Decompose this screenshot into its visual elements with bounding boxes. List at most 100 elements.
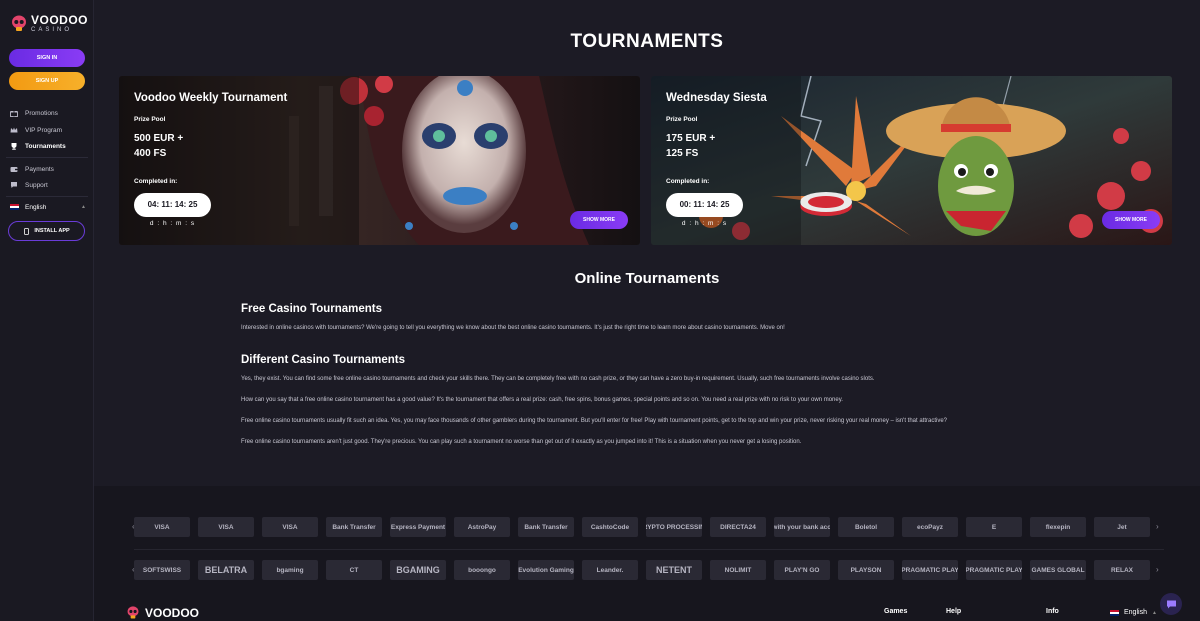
sidebar-divider — [6, 157, 88, 158]
provider-logo: CT — [326, 560, 382, 580]
provider-logos-row: SOFTSWISS BELATRA bgaming CT BGAMING booongo E… — [134, 559, 1150, 581]
chevron-right-icon[interactable]: › — [1156, 522, 1159, 531]
sidebar-item-vip-program[interactable]: VIP Program — [10, 124, 90, 136]
sidebar-item-promotions[interactable]: Promotions — [10, 107, 90, 119]
footer-divider — [134, 549, 1164, 550]
chat-bubble-icon — [1166, 600, 1176, 608]
provider-logo: booongo — [454, 560, 510, 580]
sidebar-item-label: VIP Program — [25, 126, 63, 134]
provider-logo: SOFTSWISS — [134, 560, 190, 580]
site-logo[interactable]: VOODOO CASINO — [11, 14, 88, 33]
sidebar-item-label: Payments — [25, 165, 54, 173]
trophy-icon — [10, 142, 18, 150]
logo-subtext: CASINO — [31, 27, 73, 33]
completed-in-label: Completed in: — [134, 178, 178, 185]
footer-logo[interactable]: VOODOO — [126, 606, 199, 620]
timer-units: d : h : m : s — [149, 220, 196, 227]
article-heading: Free Casino Tournaments — [241, 303, 383, 315]
article-paragraph: How can you say that a free online casin… — [241, 397, 843, 403]
install-app-button[interactable]: INSTALL APP — [8, 221, 85, 241]
live-chat-button[interactable] — [1160, 593, 1182, 615]
provider-logo: GAMES GLOBAL — [1030, 560, 1086, 580]
wallet-icon — [10, 165, 18, 173]
provider-logo: PRAGMATIC PLAY — [966, 560, 1022, 580]
provider-logo: NETENT — [646, 560, 702, 580]
payment-logo: ecoPayz — [902, 517, 958, 537]
tournament-card[interactable]: Wednesday Siesta Prize Pool 175 EUR + 12… — [651, 76, 1172, 245]
skull-logo-icon — [12, 15, 26, 31]
language-label: English — [25, 203, 47, 211]
payment-logo: VISA — [134, 517, 190, 537]
tournament-title: Voodoo Weekly Tournament — [134, 92, 288, 104]
article-paragraph: Interested in online casinos with tourna… — [241, 325, 785, 331]
phone-icon — [24, 227, 30, 235]
sidebar-item-label: Promotions — [25, 109, 58, 117]
prize-pool-label: Prize Pool — [134, 116, 166, 123]
footer-heading-info: Info — [1046, 608, 1059, 615]
prize-pool-value: 175 EUR + 125 FS — [666, 131, 756, 161]
install-app-label: INSTALL APP — [34, 228, 70, 234]
logo-text: VOODOO — [31, 13, 89, 27]
footer-language-selector[interactable]: English ▲ — [1110, 609, 1157, 616]
sidebar-item-label: Support — [25, 181, 48, 189]
prize-line: 125 FS — [666, 148, 699, 159]
footer-logo-text: VOODOO — [145, 606, 200, 620]
prize-pool-label: Prize Pool — [666, 116, 698, 123]
payment-logo: Bank Transfer — [326, 517, 382, 537]
payment-logo: Express Payment — [390, 517, 446, 537]
uk-flag-icon — [1110, 609, 1119, 616]
timer-units: d : h : m : s — [681, 220, 728, 227]
uk-flag-icon — [10, 204, 19, 210]
provider-logo: PRAGMATIC PLAY — [902, 560, 958, 580]
show-more-button[interactable]: SHOW MORE — [1102, 211, 1160, 229]
footer-heading-games: Games — [884, 608, 908, 615]
provider-logo: Evolution Gaming — [518, 560, 574, 580]
payment-logo: VISA — [198, 517, 254, 537]
tournament-title: Wednesday Siesta — [666, 92, 767, 104]
provider-logo: RELAX — [1094, 560, 1150, 580]
payment-logo: VISA — [262, 517, 318, 537]
sign-in-button[interactable]: SIGN IN — [9, 49, 85, 67]
sidebar-item-payments[interactable]: Payments — [10, 163, 90, 175]
payment-logos-row: VISA VISA VISA Bank Transfer Express Payment… — [134, 516, 1150, 538]
chevron-up-icon: ▲ — [1151, 609, 1157, 616]
article-paragraph: Free online casino tournaments aren't ju… — [241, 439, 802, 445]
gift-icon — [10, 109, 18, 117]
article-heading: Different Casino Tournaments — [241, 354, 405, 366]
payment-logo: Boletol — [838, 517, 894, 537]
payment-logo: CRYPTO PROCESSING — [646, 517, 702, 537]
sidebar-item-label: Tournaments — [25, 142, 66, 150]
language-selector[interactable]: English ▲ — [10, 201, 86, 213]
article-paragraph: Free online casino tournaments usually f… — [241, 418, 948, 424]
payment-logo: E — [966, 517, 1022, 537]
countdown-timer: 00: 11: 14: 25 — [666, 193, 743, 217]
payment-logo: Bank Transfer — [518, 517, 574, 537]
page-title: TOURNAMENTS — [570, 31, 724, 52]
sidebar-item-tournaments[interactable]: Tournaments — [10, 140, 90, 152]
prize-pool-value: 500 EUR + 400 FS — [134, 131, 224, 161]
show-more-button[interactable]: SHOW MORE — [570, 211, 628, 229]
chat-icon — [10, 181, 18, 189]
payment-logo: Jet — [1094, 517, 1150, 537]
sidebar: VOODOO CASINO SIGN IN SIGN UP Promotions… — [0, 0, 94, 621]
crown-icon — [10, 126, 18, 134]
section-title: Online Tournaments — [574, 270, 720, 287]
footer-heading-help: Help — [946, 608, 962, 615]
chevron-right-icon[interactable]: › — [1156, 565, 1159, 574]
completed-in-label: Completed in: — [666, 178, 710, 185]
provider-logo: BELATRA — [198, 560, 254, 580]
payment-logo: Pay with your bank account — [774, 517, 830, 537]
provider-logo: PLAYSON — [838, 560, 894, 580]
prize-line: 175 EUR + — [666, 133, 716, 144]
tournament-card[interactable]: Voodoo Weekly Tournament Prize Pool 500 … — [119, 76, 640, 245]
sign-up-button[interactable]: SIGN UP — [9, 72, 85, 90]
payment-logo: flexepin — [1030, 517, 1086, 537]
provider-logo: NOLIMIT — [710, 560, 766, 580]
payment-logo: CashtoCode — [582, 517, 638, 537]
footer: ‹ VISAVISAVISABank TransferExpress Payme… — [94, 486, 1200, 621]
sidebar-item-support[interactable]: Support — [10, 179, 90, 191]
skull-logo-icon — [127, 606, 139, 619]
provider-logo: Leander. — [582, 560, 638, 580]
provider-logo: BGAMING — [390, 560, 446, 580]
prize-line: 500 EUR + — [134, 133, 184, 144]
